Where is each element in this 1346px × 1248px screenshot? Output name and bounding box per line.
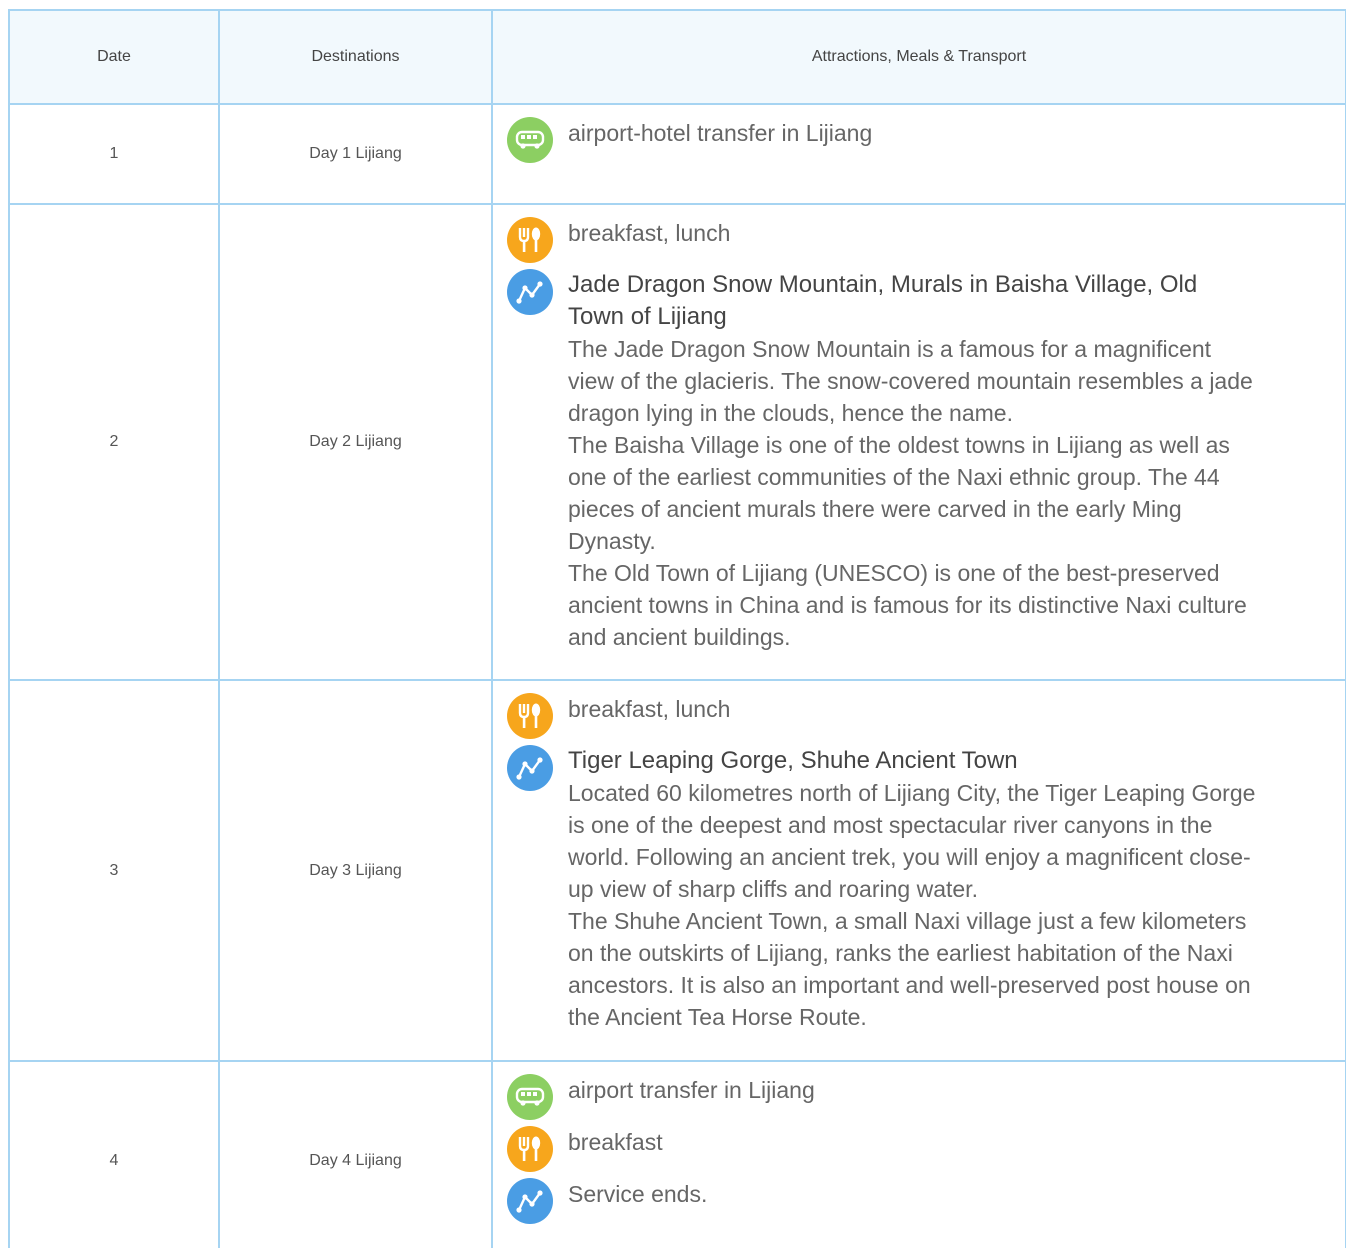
item-text: Service ends.	[568, 1181, 708, 1207]
header-date: Date	[8, 9, 220, 105]
destination-cell: Day 1 Lijiang	[218, 103, 493, 205]
item-text: breakfast, lunch	[568, 220, 731, 246]
meal-icon	[507, 1126, 553, 1172]
route-icon	[507, 1178, 553, 1224]
header-destinations: Destinations	[218, 9, 493, 105]
item-text: airport transfer in Lijiang	[568, 1077, 815, 1103]
attraction-block: Jade Dragon Snow Mountain, Murals in Bai…	[568, 269, 1258, 653]
attractions-cell: airport transfer in Lijiang breakfast Se…	[491, 1060, 1346, 1248]
route-icon	[507, 269, 553, 315]
list-item: Service ends.	[507, 1178, 1345, 1224]
list-item: breakfast, lunch	[507, 693, 1345, 739]
attraction-title: Jade Dragon Snow Mountain, Murals in Bai…	[568, 271, 1198, 330]
list-item: Tiger Leaping Gorge, Shuhe Ancient Town L…	[507, 745, 1345, 1033]
table-row: 4 Day 4 Lijiang airport transfer in Lijia…	[8, 1060, 1346, 1248]
bus-icon	[507, 1074, 553, 1120]
attractions-cell: breakfast, lunch Tiger Leaping Gorge, Sh…	[491, 679, 1346, 1062]
table-header-row: Date Destinations Attractions, Meals & T…	[8, 9, 1346, 105]
date-cell: 4	[8, 1060, 220, 1248]
destination-cell: Day 3 Lijiang	[218, 679, 493, 1062]
route-icon	[507, 745, 553, 791]
attraction-title: Tiger Leaping Gorge, Shuhe Ancient Town	[568, 747, 1018, 774]
attractions-cell: breakfast, lunch Jade Dragon Snow Mounta…	[491, 203, 1346, 681]
attraction-description: Located 60 kilometres north of Lijiang C…	[568, 780, 1256, 1030]
attraction-description: The Jade Dragon Snow Mountain is a famou…	[568, 336, 1253, 650]
list-item: breakfast	[507, 1126, 1345, 1172]
item-text: airport-hotel transfer in Lijiang	[568, 120, 873, 146]
table-row: 1 Day 1 Lijiang airport-hotel transfer in…	[8, 103, 1346, 205]
table-row: 3 Day 3 Lijiang breakfast, lunch Tiger Le…	[8, 679, 1346, 1062]
meal-icon	[507, 693, 553, 739]
table-row: 2 Day 2 Lijiang breakfast, lunch Jade Dra…	[8, 203, 1346, 681]
date-cell: 2	[8, 203, 220, 681]
destination-cell: Day 4 Lijiang	[218, 1060, 493, 1248]
attractions-cell: airport-hotel transfer in Lijiang	[491, 103, 1346, 205]
itinerary-table: Date Destinations Attractions, Meals & T…	[8, 9, 1346, 1248]
attraction-block: Tiger Leaping Gorge, Shuhe Ancient Town L…	[568, 745, 1258, 1033]
list-item: breakfast, lunch	[507, 217, 1345, 263]
meal-icon	[507, 217, 553, 263]
header-attractions: Attractions, Meals & Transport	[491, 9, 1346, 105]
date-cell: 1	[8, 103, 220, 205]
list-item: airport-hotel transfer in Lijiang	[507, 117, 1345, 163]
bus-icon	[507, 117, 553, 163]
destination-cell: Day 2 Lijiang	[218, 203, 493, 681]
date-cell: 3	[8, 679, 220, 1062]
item-text: breakfast, lunch	[568, 696, 731, 722]
list-item: Jade Dragon Snow Mountain, Murals in Bai…	[507, 269, 1345, 653]
item-text: breakfast	[568, 1129, 663, 1155]
list-item: airport transfer in Lijiang	[507, 1074, 1345, 1120]
